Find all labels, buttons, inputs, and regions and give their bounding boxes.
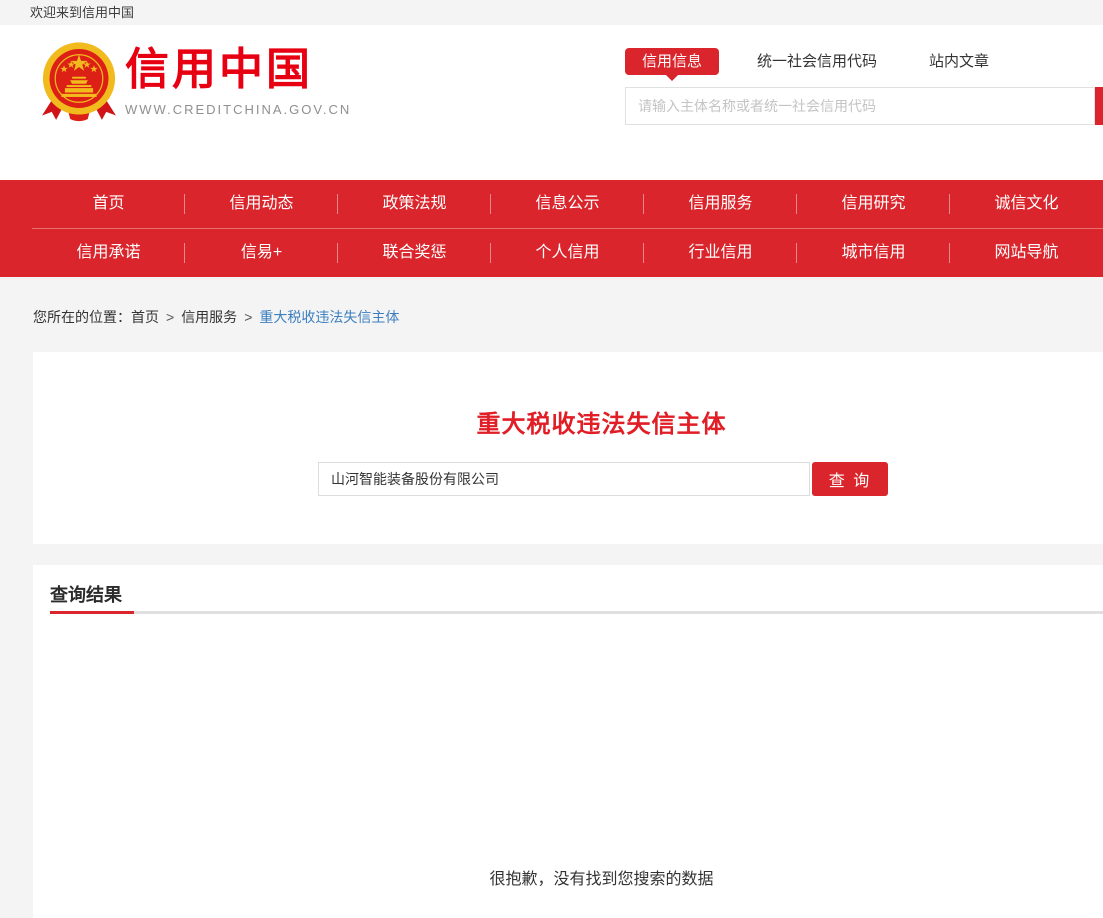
nav-item-joint-reward-punishment[interactable]: 联合奖惩 — [338, 229, 491, 277]
tab-credit-info[interactable]: 信用信息 — [625, 48, 719, 75]
nav-item-xinyi-plus[interactable]: 信易+ — [185, 229, 338, 277]
entity-query-input[interactable] — [318, 462, 810, 496]
tab-site-articles[interactable]: 站内文章 — [929, 48, 989, 75]
nav-item-credit-services[interactable]: 信用服务 — [644, 180, 797, 228]
page-body: 您所在的位置：首页 > 信用服务 > 重大税收违法失信主体 重大税收违法失信主体 查 询… — [0, 277, 1103, 918]
breadcrumb-separator: > — [244, 309, 252, 325]
header-search-input[interactable] — [625, 87, 1095, 125]
results-heading-rule — [50, 611, 1103, 614]
nav-row-2: 信用承诺 信易+ 联合奖惩 个人信用 行业信用 城市信用 网站导航 — [0, 229, 1103, 277]
welcome-bar: 欢迎来到信用中国 — [0, 0, 1103, 25]
nav-row-1: 首页 信用动态 政策法规 信息公示 信用服务 信用研究 诚信文化 — [0, 180, 1103, 228]
welcome-text: 欢迎来到信用中国 — [30, 0, 134, 25]
credit-china-page: 欢迎来到信用中国 — [0, 0, 1103, 918]
breadcrumb-credit-services[interactable]: 信用服务 — [181, 309, 237, 325]
results-heading: 查询结果 — [50, 581, 122, 607]
breadcrumb-home[interactable]: 首页 — [131, 309, 159, 325]
nav-item-credit-commitment[interactable]: 信用承诺 — [32, 229, 185, 277]
nav-item-credit-news[interactable]: 信用动态 — [185, 180, 338, 228]
nav-item-credit-research[interactable]: 信用研究 — [797, 180, 950, 228]
results-panel: 查询结果 很抱歉，没有找到您搜索的数据 — [33, 565, 1103, 918]
nav-item-site-map[interactable]: 网站导航 — [950, 229, 1103, 277]
breadcrumb: 您所在的位置：首页 > 信用服务 > 重大税收违法失信主体 — [33, 307, 399, 327]
breadcrumb-current-page[interactable]: 重大税收违法失信主体 — [259, 309, 399, 325]
nav-item-integrity-culture[interactable]: 诚信文化 — [950, 180, 1103, 228]
site-header: 信用中国 WWW.CREDITCHINA.GOV.CN 信用信息 统一社会信用代… — [0, 25, 1103, 180]
results-heading-rule-accent — [50, 611, 134, 614]
main-nav: 首页 信用动态 政策法规 信息公示 信用服务 信用研究 诚信文化 信用承诺 信易… — [0, 180, 1103, 277]
national-emblem-icon — [35, 38, 123, 126]
brand-block: 信用中国 WWW.CREDITCHINA.GOV.CN — [125, 45, 351, 117]
breadcrumb-separator: > — [166, 309, 174, 325]
header-search-box — [625, 87, 1095, 125]
breadcrumb-prefix: 您所在的位置： — [33, 309, 131, 325]
site-logo[interactable]: 信用中国 WWW.CREDITCHINA.GOV.CN — [35, 38, 325, 133]
nav-item-personal-credit[interactable]: 个人信用 — [491, 229, 644, 277]
tab-unified-social-credit-code[interactable]: 统一社会信用代码 — [757, 48, 877, 75]
empty-results-message: 很抱歉，没有找到您搜索的数据 — [33, 865, 1103, 889]
site-url: WWW.CREDITCHINA.GOV.CN — [125, 102, 351, 117]
query-button[interactable]: 查 询 — [812, 462, 888, 496]
header-search-button[interactable] — [1095, 87, 1103, 125]
nav-item-info-disclosure[interactable]: 信息公示 — [491, 180, 644, 228]
page-title: 重大税收违法失信主体 — [33, 352, 1103, 439]
nav-item-industry-credit[interactable]: 行业信用 — [644, 229, 797, 277]
nav-item-home[interactable]: 首页 — [32, 180, 185, 228]
nav-item-city-credit[interactable]: 城市信用 — [797, 229, 950, 277]
site-title: 信用中国 — [125, 45, 351, 96]
query-panel: 重大税收违法失信主体 查 询 — [33, 352, 1103, 544]
nav-item-policy[interactable]: 政策法规 — [338, 180, 491, 228]
